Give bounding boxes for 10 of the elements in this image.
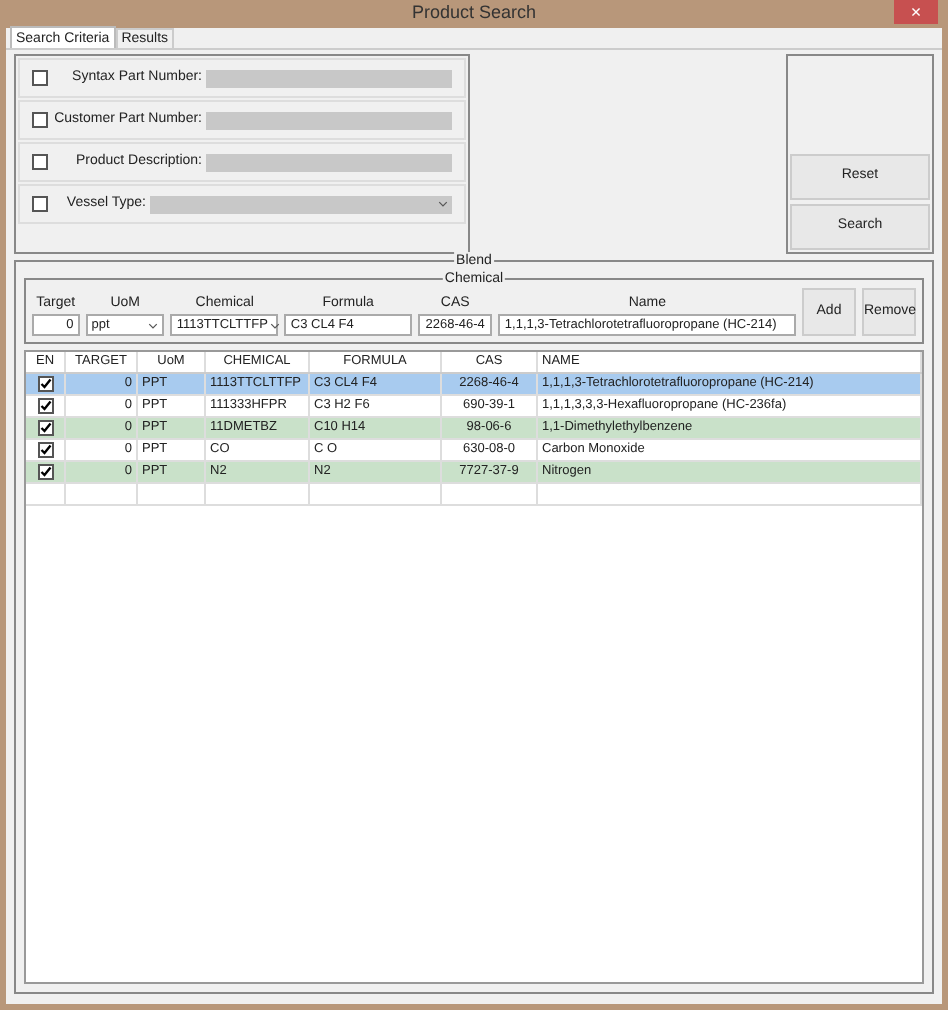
caret-icon	[438, 200, 448, 208]
window-title: Product Search	[411, 0, 537, 27]
checkbox[interactable]	[37, 420, 53, 436]
checkbox[interactable]	[37, 442, 53, 458]
checkbox[interactable]	[37, 464, 53, 480]
caret-icon	[269, 321, 280, 329]
checkbox[interactable]	[37, 398, 53, 414]
close-button[interactable]: ×	[894, 0, 938, 24]
checkbox[interactable]	[37, 376, 53, 392]
caret-icon	[148, 321, 159, 329]
